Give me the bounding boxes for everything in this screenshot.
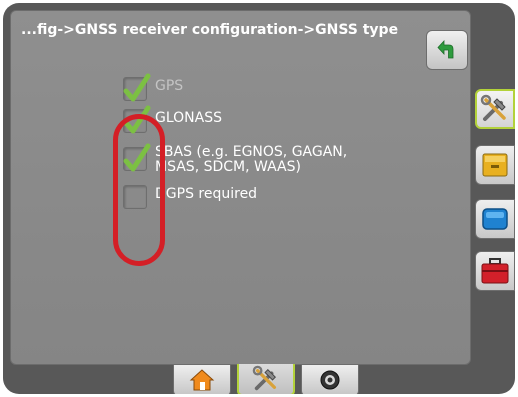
option-glonass-label: GLONASS xyxy=(155,110,222,126)
display-icon xyxy=(482,208,508,230)
tools-icon xyxy=(480,94,506,121)
tools-icon xyxy=(252,365,277,391)
option-gps-label: GPS xyxy=(155,78,184,94)
camera-icon xyxy=(320,370,340,390)
bottom-tab-camera[interactable] xyxy=(301,364,359,394)
main-panel: ...fig->GNSS receiver configuration->GNS… xyxy=(10,10,471,365)
side-tab-setup[interactable] xyxy=(475,89,515,129)
side-tab-display[interactable] xyxy=(475,199,515,239)
option-dgps-required-label: DGPS required xyxy=(155,186,258,202)
checkmark-icon xyxy=(123,73,151,102)
back-button[interactable] xyxy=(426,30,468,70)
side-tab-data[interactable] xyxy=(475,145,515,185)
bottom-tab-home[interactable] xyxy=(173,364,231,394)
side-tab-tools[interactable] xyxy=(475,251,515,291)
gps-checkbox[interactable] xyxy=(123,73,151,102)
option-sbas-label-line2: MSAS, SDCM, WAAS) xyxy=(155,159,301,175)
back-arrow-icon xyxy=(437,39,454,59)
device-bezel: ...fig->GNSS receiver configuration->GNS… xyxy=(3,3,515,394)
bottom-tab-setup[interactable] xyxy=(237,364,295,394)
home-icon xyxy=(189,369,215,391)
annotation-highlight xyxy=(113,114,165,266)
option-sbas-label-line1: SBAS (e.g. EGNOS, GAGAN, xyxy=(155,144,348,160)
data-folder-icon xyxy=(482,153,508,177)
option-sbas-label: SBAS (e.g. EGNOS, GAGAN, MSAS, SDCM, WAA… xyxy=(155,145,347,175)
toolbox-icon xyxy=(481,258,509,284)
breadcrumb: ...fig->GNSS receiver configuration->GNS… xyxy=(21,22,399,38)
